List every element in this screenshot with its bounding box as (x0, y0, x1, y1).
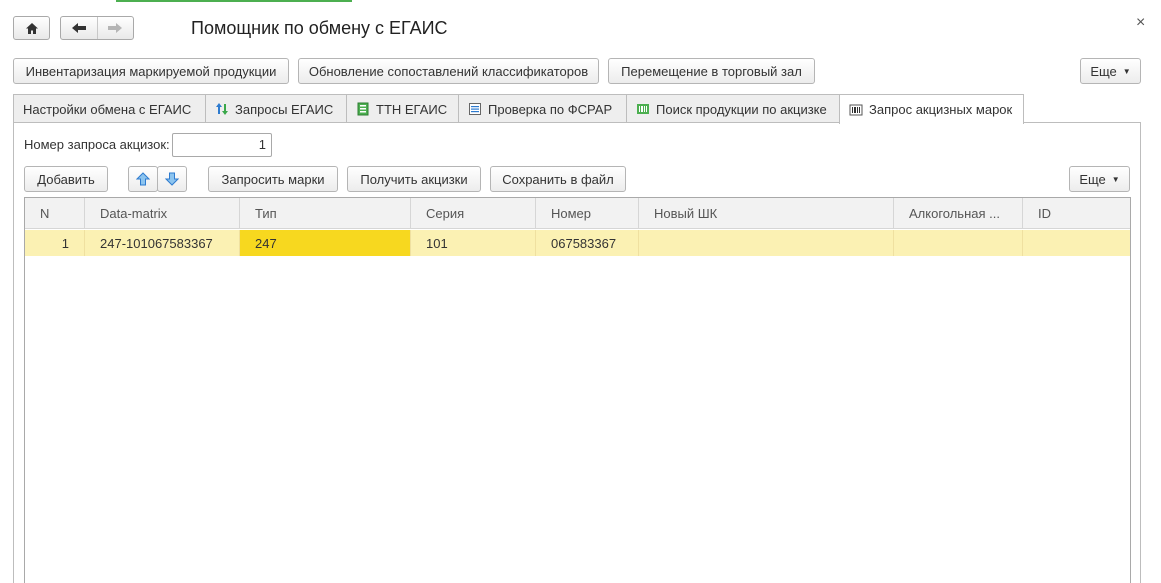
cell-n[interactable]: 1 (25, 230, 85, 256)
get-excise-button[interactable]: Получить акцизки (347, 166, 481, 192)
column-header-datamatrix[interactable]: Data-matrix (85, 198, 240, 228)
forward-button[interactable] (98, 17, 134, 39)
column-header-type[interactable]: Тип (240, 198, 411, 228)
barcode-green-icon (637, 104, 649, 114)
barcode-icon (849, 104, 863, 115)
move-up-button[interactable] (128, 166, 158, 192)
save-to-file-button[interactable]: Сохранить в файл (490, 166, 626, 192)
close-icon[interactable]: × (1136, 14, 1145, 32)
tab-label: Запросы ЕГАИС (235, 101, 334, 117)
arrow-left-icon (71, 23, 86, 33)
tab-label: Поиск продукции по акцизке (656, 101, 827, 117)
checklist-icon (469, 103, 481, 115)
tab-ttn-egais[interactable]: ТТН ЕГАИС (346, 94, 459, 123)
exchange-arrows-icon (216, 103, 228, 115)
history-nav (60, 16, 134, 40)
chevron-down-icon: ▼ (1111, 174, 1120, 184)
tab-label: ТТН ЕГАИС (376, 101, 448, 117)
marks-table[interactable]: N Data-matrix Тип Серия Номер Новый ШК А… (24, 197, 1131, 583)
column-header-series[interactable]: Серия (411, 198, 536, 228)
move-to-hall-button[interactable]: Перемещение в торговый зал (608, 58, 815, 84)
column-header-alcohol[interactable]: Алкогольная ... (894, 198, 1023, 228)
column-header-new-barcode[interactable]: Новый ШК (639, 198, 894, 228)
column-header-n[interactable]: N (25, 198, 85, 228)
document-green-icon (357, 102, 369, 116)
request-marks-button[interactable]: Запросить марки (208, 166, 338, 192)
tab-egais-requests[interactable]: Запросы ЕГАИС (205, 94, 347, 123)
home-button[interactable] (13, 16, 50, 40)
tab-fsrar-check[interactable]: Проверка по ФСРАР (458, 94, 627, 123)
request-number-label: Номер запроса акцизок: (24, 137, 170, 152)
arrow-down-icon (165, 172, 179, 186)
home-icon (25, 22, 38, 34)
table-row[interactable]: 1 247-101067583367 247 101 067583367 (25, 230, 1130, 256)
back-button[interactable] (61, 17, 98, 39)
more-button-top[interactable]: Еще ▼ (1080, 58, 1141, 84)
tab-exchange-settings[interactable]: Настройки обмена с ЕГАИС (13, 94, 206, 123)
cell-id[interactable] (1023, 230, 1130, 256)
tab-label: Проверка по ФСРАР (488, 101, 613, 117)
cell-type[interactable]: 247 (240, 230, 411, 256)
cell-number[interactable]: 067583367 (536, 230, 639, 256)
cell-alcohol[interactable] (894, 230, 1023, 256)
column-header-number[interactable]: Номер (536, 198, 639, 228)
inventory-button[interactable]: Инвентаризация маркируемой продукции (13, 58, 289, 84)
arrow-right-icon (108, 23, 123, 33)
arrow-up-icon (136, 172, 150, 186)
more-label: Еще (1090, 63, 1117, 79)
tab-label: Запрос акцизных марок (869, 102, 1013, 117)
more-button-table[interactable]: Еще ▼ (1069, 166, 1130, 192)
tab-excise-marks-request[interactable]: Запрос акцизных марок (839, 94, 1024, 124)
top-accent-line (116, 0, 352, 2)
tab-search-by-excise[interactable]: Поиск продукции по акцизке (626, 94, 840, 123)
move-down-button[interactable] (157, 166, 187, 192)
tab-label: Настройки обмена с ЕГАИС (23, 101, 192, 117)
table-header: N Data-matrix Тип Серия Номер Новый ШК А… (25, 198, 1130, 229)
tab-bar: Настройки обмена с ЕГАИС Запросы ЕГАИС Т… (13, 94, 1024, 124)
column-header-id[interactable]: ID (1023, 198, 1130, 228)
cell-series[interactable]: 101 (411, 230, 536, 256)
cell-datamatrix[interactable]: 247-101067583367 (85, 230, 240, 256)
page-title: Помощник по обмену с ЕГАИС (191, 18, 448, 38)
update-mapping-button[interactable]: Обновление сопоставлений классификаторов (298, 58, 599, 84)
cell-new-barcode[interactable] (639, 230, 894, 256)
request-number-input[interactable]: 1 (172, 133, 272, 157)
chevron-down-icon: ▼ (1122, 66, 1131, 76)
add-button[interactable]: Добавить (24, 166, 108, 192)
more-label: Еще (1079, 171, 1106, 187)
